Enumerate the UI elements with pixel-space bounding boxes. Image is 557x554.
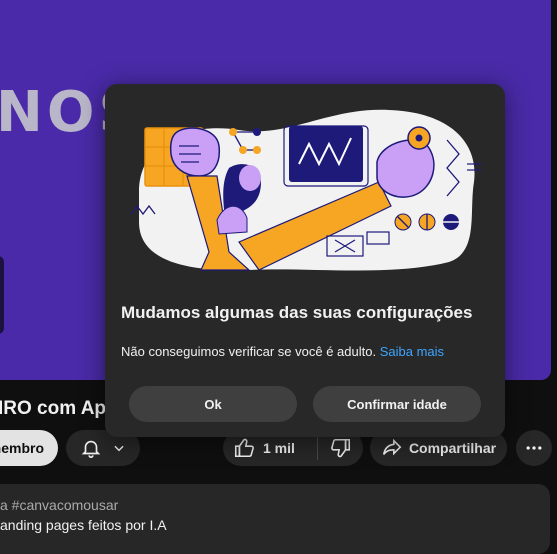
- ok-button-label: Ok: [204, 396, 222, 412]
- dialog-message: Não conseguimos verificar se você é adul…: [121, 344, 444, 359]
- dialog-illustration: [129, 102, 481, 290]
- dialog-message-text: Não conseguimos verificar se você é adul…: [121, 344, 377, 359]
- ok-button[interactable]: Ok: [129, 386, 297, 422]
- description-hashtags[interactable]: a #canvacomousar: [0, 497, 118, 513]
- chevron-down-icon: [112, 441, 126, 455]
- description-text: anding pages feitos por I.A: [0, 517, 167, 533]
- like-icon: [233, 437, 255, 459]
- learn-more-link[interactable]: Saiba mais: [380, 344, 444, 359]
- dialog-title: Mudamos algumas das suas configurações: [121, 303, 473, 322]
- member-button-label: nembro: [0, 440, 44, 456]
- share-label: Compartilhar: [408, 440, 497, 456]
- share-icon: [381, 437, 403, 459]
- like-count: 1 mil: [263, 440, 295, 456]
- video-title[interactable]: IRO com Ap: [0, 398, 106, 420]
- member-button[interactable]: nembro: [0, 430, 58, 466]
- settings-changed-dialog: Mudamos algumas das suas configurações N…: [105, 84, 505, 437]
- confirm-age-button[interactable]: Confirmar idade: [313, 386, 481, 422]
- more-icon: [524, 438, 544, 458]
- more-actions-button[interactable]: [516, 430, 552, 466]
- dislike-icon: [330, 437, 352, 459]
- video-side-shape: [0, 256, 4, 334]
- confirm-age-button-label: Confirmar idade: [347, 396, 447, 412]
- bell-icon: [80, 437, 102, 459]
